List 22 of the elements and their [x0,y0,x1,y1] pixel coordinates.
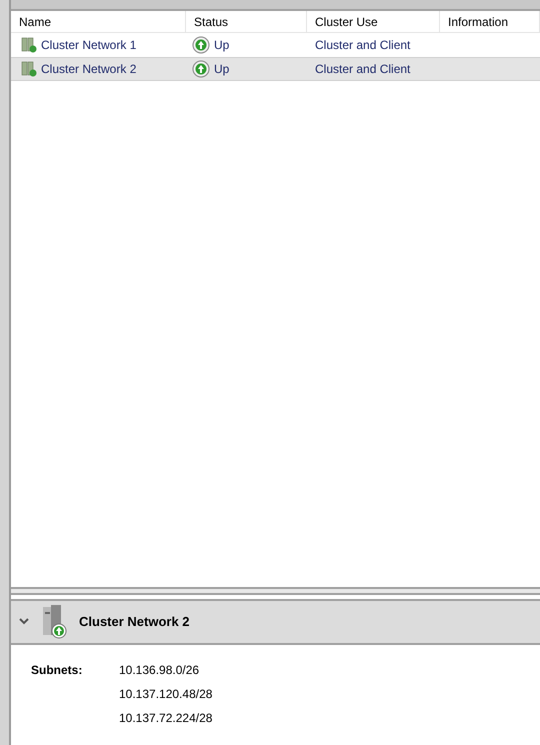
table-cell: Cluster and Client [315,38,410,52]
table-cell-text: Up [214,37,230,54]
table-cell-text: Cluster Network 1 [41,37,136,54]
table-cell-text: Cluster Network 2 [41,61,136,78]
column-header[interactable]: Name [11,11,186,32]
network-icon [21,61,37,77]
column-header[interactable]: Status [186,11,307,32]
details-title: Cluster Network 2 [79,613,190,632]
subnet-text: 10.137.120.48/28 [119,686,212,703]
status-up-icon [192,60,210,78]
subnets-label: Subnets: [31,662,84,679]
subnet-text: 10.136.98.0/26 [119,662,200,679]
status-up-icon [192,36,210,54]
column-header[interactable]: Cluster Use [307,11,440,32]
network-icon [21,37,37,53]
table-cell-text: Up [214,61,230,78]
column-header[interactable]: Information [440,11,540,32]
table-cell: Cluster and Client [315,62,410,76]
table-row[interactable]: Cluster Network 2 Up Cluster and Client [11,57,540,81]
chevron-icon[interactable] [19,618,29,626]
subnet-text: 10.137.72.224/28 [119,710,212,727]
splitter-handle[interactable] [11,587,540,595]
